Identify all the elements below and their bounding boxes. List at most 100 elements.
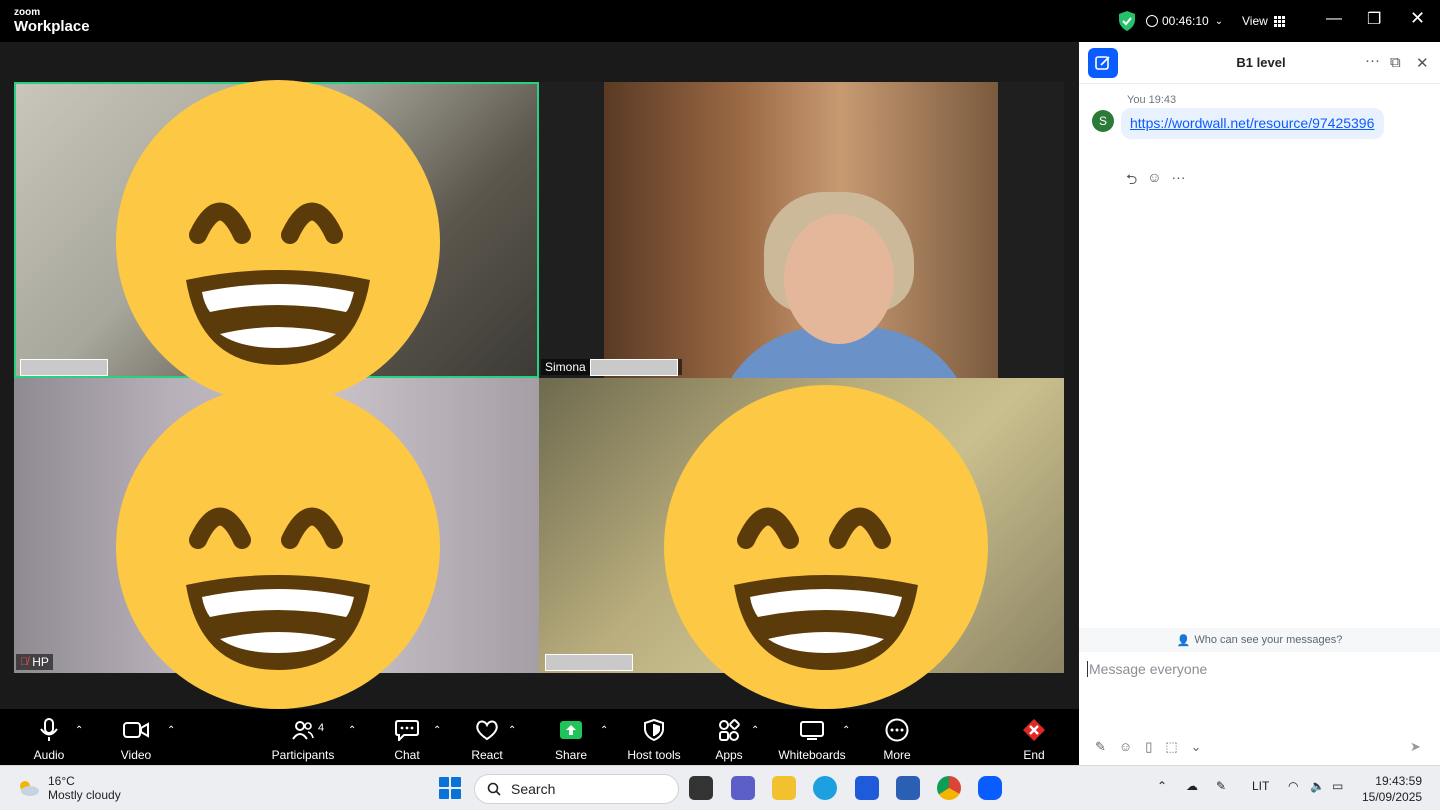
- participant-name-tag: [541, 653, 637, 671]
- keyboard-language[interactable]: LIT: [1252, 779, 1269, 793]
- file-explorer-icon[interactable]: [772, 776, 796, 800]
- chevron-down-icon[interactable]: ⌄: [1191, 739, 1202, 755]
- share-screen-icon: [559, 717, 583, 743]
- participant-name: HP: [32, 655, 49, 669]
- message-sender: You: [1127, 94, 1146, 106]
- new-chat-button[interactable]: [1088, 48, 1118, 78]
- close-icon[interactable]: ✕: [1410, 8, 1425, 29]
- share-options-caret-icon[interactable]: ⌃: [600, 725, 608, 736]
- windows-start-icon[interactable]: [439, 777, 461, 799]
- end-call-icon: [1022, 717, 1046, 743]
- meeting-toolbar: Audio ⌃ Video ⌃ Participants 4 ⌃ Chat ⌃ …: [0, 709, 1079, 765]
- message-time: 19:43: [1148, 94, 1177, 106]
- system-clock[interactable]: 19:43:59 15/09/2025: [1362, 773, 1422, 805]
- chat-title: B1 level: [1236, 55, 1286, 70]
- pop-out-icon[interactable]: ⧉: [1390, 54, 1401, 71]
- screenshot-icon[interactable]: ⬚: [1165, 739, 1177, 755]
- zoom-app: zoom Workplace 00:46:10 ⌄ View — ❐ ✕ Sim…: [0, 0, 1440, 765]
- grinning-emoji-icon: [116, 385, 440, 709]
- muted-mic-icon: 🎙̸: [20, 656, 29, 668]
- person-icon: 👤: [1176, 634, 1191, 647]
- audio-button[interactable]: Audio: [9, 717, 89, 762]
- host-tools-button[interactable]: Host tools: [614, 717, 694, 762]
- cloud-sun-icon: [16, 779, 40, 797]
- whiteboards-options-caret-icon[interactable]: ⌃: [842, 725, 850, 736]
- restore-icon[interactable]: ❐: [1367, 9, 1381, 29]
- meeting-timer[interactable]: 00:46:10 ⌄: [1146, 0, 1223, 42]
- host-tools-label: Host tools: [627, 748, 681, 762]
- participants-button[interactable]: Participants: [263, 717, 343, 762]
- zoom-taskbar-icon[interactable]: [978, 776, 1002, 800]
- redacted-name-box: [545, 653, 633, 671]
- participant-name-tag: Simona: [541, 358, 682, 376]
- message-visibility-notice[interactable]: 👤 Who can see your messages?: [1079, 628, 1440, 652]
- audio-label: Audio: [33, 748, 65, 762]
- composer-toolbar: ✎ ☺ ▯ ⬚ ⌄: [1095, 739, 1202, 755]
- wifi-icon[interactable]: ◠: [1288, 779, 1298, 793]
- audio-options-caret-icon[interactable]: ⌃: [75, 725, 83, 736]
- message-input[interactable]: Message everyone: [1087, 661, 1207, 677]
- chat-options-caret-icon[interactable]: ⌃: [433, 725, 441, 736]
- more-button[interactable]: More: [857, 717, 937, 762]
- minimize-icon[interactable]: —: [1326, 10, 1342, 28]
- reply-icon[interactable]: ⮌: [1126, 169, 1137, 193]
- send-icon[interactable]: ➤: [1410, 739, 1421, 755]
- battery-icon[interactable]: ▭: [1332, 779, 1343, 793]
- timer-text: 00:46:10: [1162, 14, 1209, 28]
- onedrive-icon[interactable]: ☁: [1186, 779, 1198, 793]
- video-label: Video: [120, 748, 152, 762]
- tray-overflow-icon[interactable]: ⌃: [1157, 779, 1167, 793]
- temperature: 16°C: [48, 774, 75, 788]
- participants-options-caret-icon[interactable]: ⌃: [348, 725, 356, 736]
- more-message-options-icon[interactable]: ···: [1172, 169, 1186, 193]
- microphone-icon: [39, 717, 59, 743]
- clock-date: 15/09/2025: [1362, 790, 1423, 804]
- edge-icon[interactable]: [813, 776, 837, 800]
- participant-video: [694, 152, 974, 378]
- more-options-icon[interactable]: ···: [1365, 52, 1380, 69]
- emoji-icon[interactable]: ☺: [1119, 739, 1132, 755]
- weather-condition: Mostly cloudy: [48, 788, 121, 802]
- end-button[interactable]: End: [994, 717, 1074, 762]
- teams-icon[interactable]: [731, 776, 755, 800]
- encryption-shield-icon[interactable]: [1118, 11, 1136, 31]
- grinning-emoji-icon: [664, 385, 988, 709]
- chat-button[interactable]: Chat: [367, 717, 447, 762]
- end-label: End: [1023, 748, 1045, 762]
- task-view-icon[interactable]: [689, 776, 713, 800]
- share-label: Share: [554, 748, 588, 762]
- app-icon[interactable]: [855, 776, 879, 800]
- react-options-caret-icon[interactable]: ⌃: [508, 725, 516, 736]
- video-button[interactable]: Video: [96, 717, 176, 762]
- video-options-caret-icon[interactable]: ⌃: [167, 725, 175, 736]
- whiteboards-button[interactable]: Whiteboards: [772, 717, 852, 762]
- video-tile-2[interactable]: Simona: [539, 82, 1064, 378]
- who-can-see-text: Who can see your messages?: [1194, 634, 1343, 646]
- close-chat-icon[interactable]: ✕: [1416, 54, 1429, 72]
- chevron-down-icon: ⌄: [1214, 15, 1224, 27]
- react-button[interactable]: React: [447, 717, 527, 762]
- chat-bubble-icon: [395, 717, 419, 743]
- pen-icon[interactable]: ✎: [1216, 779, 1226, 793]
- weather-widget[interactable]: 16°C Mostly cloudy: [16, 774, 121, 802]
- apps-options-caret-icon[interactable]: ⌃: [751, 725, 759, 736]
- apps-icon: [718, 717, 740, 743]
- chat-panel: B1 level ··· ⧉ ✕ You 19:43 S https://wor…: [1079, 42, 1440, 765]
- taskbar-search[interactable]: Search: [474, 774, 679, 804]
- chrome-icon[interactable]: [937, 776, 961, 800]
- apps-button[interactable]: Apps: [689, 717, 769, 762]
- grinning-emoji-icon: [116, 80, 440, 404]
- volume-icon[interactable]: 🔈: [1310, 779, 1325, 793]
- add-reaction-icon[interactable]: ☺: [1147, 169, 1161, 193]
- whiteboards-label: Whiteboards: [778, 748, 846, 762]
- file-icon[interactable]: ▯: [1145, 739, 1152, 755]
- message-link[interactable]: https://wordwall.net/resource/97425396: [1130, 115, 1374, 131]
- share-button[interactable]: Share: [531, 717, 611, 762]
- store-icon[interactable]: [896, 776, 920, 800]
- format-text-icon[interactable]: ✎: [1095, 739, 1106, 755]
- avatar: S: [1092, 110, 1114, 132]
- participants-label: Participants: [271, 748, 335, 762]
- view-button[interactable]: View: [1242, 0, 1285, 42]
- more-dots-icon: [885, 717, 909, 743]
- video-gallery: Simona 🎙̸ HP: [0, 42, 1079, 709]
